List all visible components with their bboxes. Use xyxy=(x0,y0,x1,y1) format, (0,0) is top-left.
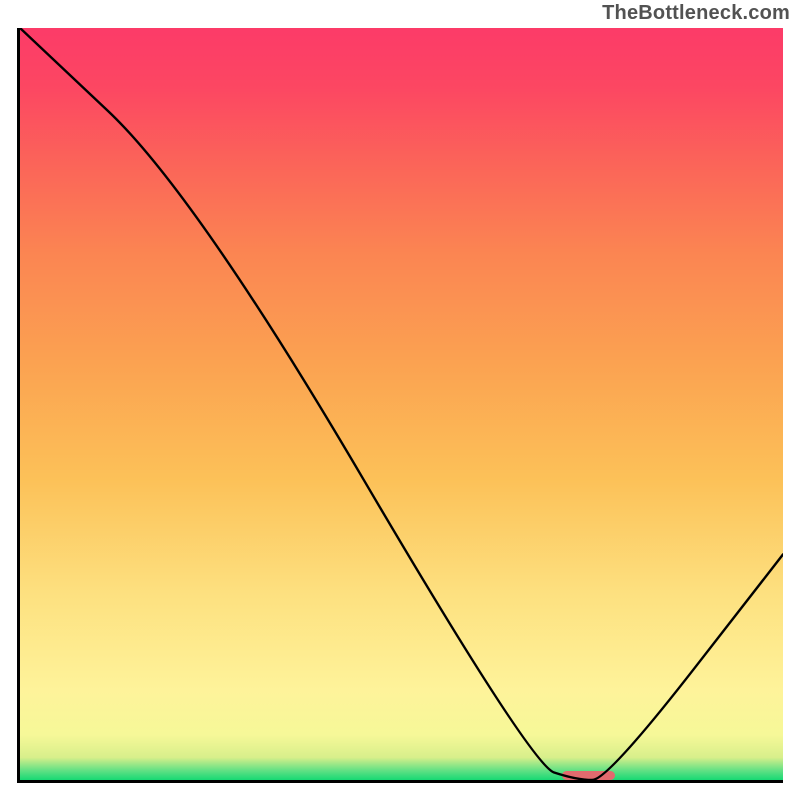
chart-frame: TheBottleneck.com xyxy=(0,0,800,800)
bottleneck-curve xyxy=(20,28,783,780)
attribution-label: TheBottleneck.com xyxy=(602,2,790,25)
plot-area xyxy=(17,28,783,783)
